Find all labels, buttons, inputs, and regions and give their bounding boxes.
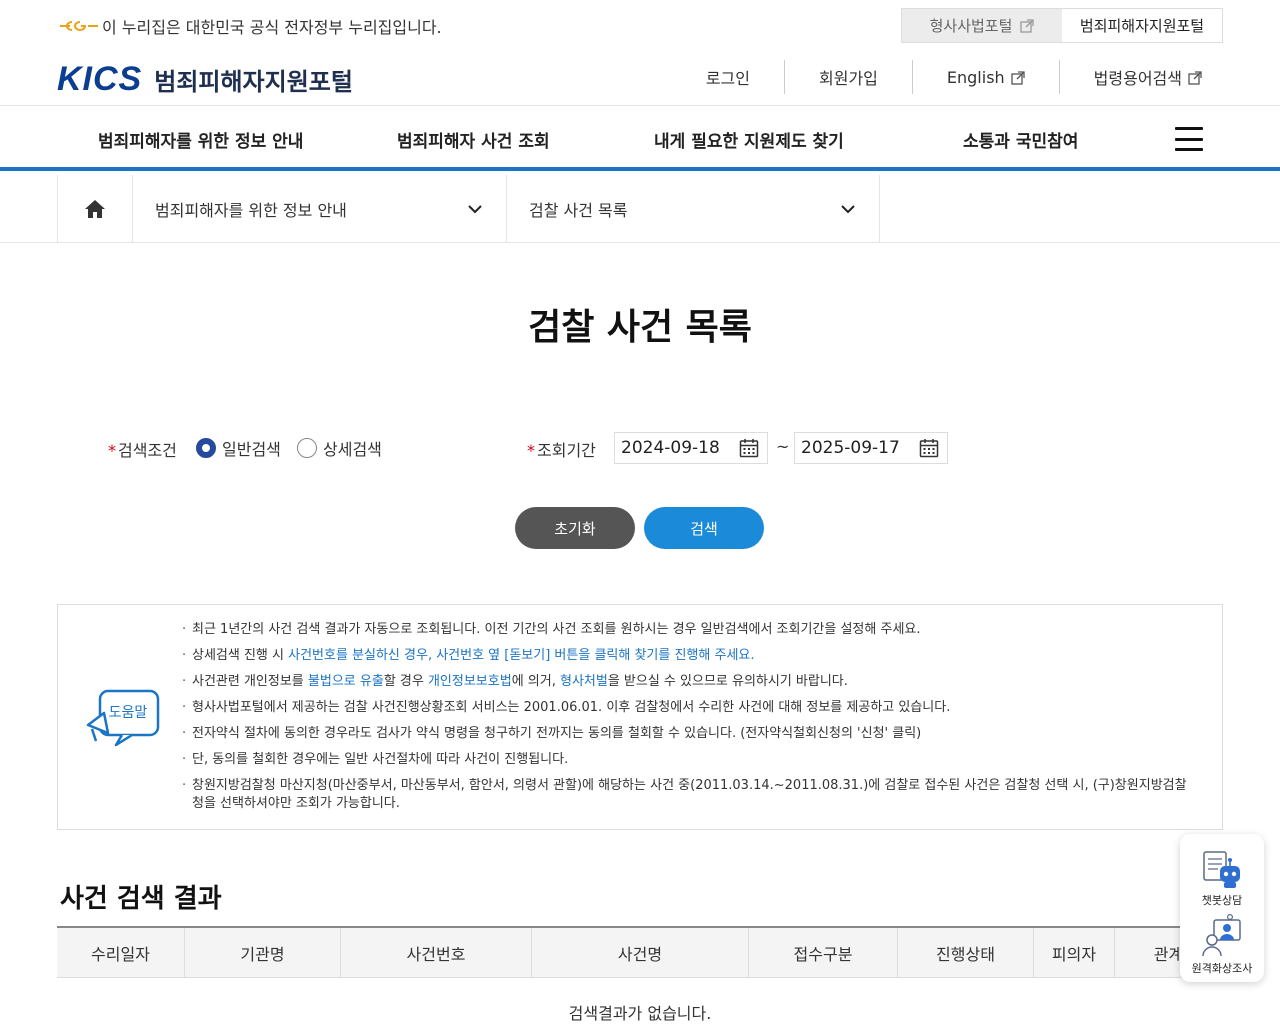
nav-communication[interactable]: 소통과 국민참여 (963, 127, 1078, 152)
help-item: 단, 동의를 철회한 경우에는 일반 사건절차에 따라 사건이 진행됩니다. (182, 751, 1192, 769)
column-header: 기관명 (185, 928, 341, 977)
video-call-icon (1202, 914, 1241, 957)
breadcrumb-level2-select[interactable]: 검찰 사건 목록 (507, 175, 880, 243)
portal-links: 형사사법포털 범죄피해자지원포털 (901, 8, 1223, 43)
gov-emblem-icon (58, 18, 98, 34)
chevron-down-icon (841, 205, 855, 214)
search-condition-label: * 검색조건 (108, 441, 177, 460)
home-icon (85, 200, 105, 218)
date-from-field[interactable]: 2024-09-18 (614, 432, 768, 464)
column-header: 수리일자 (57, 928, 185, 977)
help-icon-label: 도움말 (109, 705, 148, 721)
column-header: 사건명 (532, 928, 749, 977)
radio-unchecked-icon (297, 438, 317, 458)
help-list: 최근 1년간의 사건 검색 결과가 자동으로 조회됩니다. 이전 기간의 사건 … (182, 621, 1192, 821)
external-link-icon (1011, 70, 1025, 85)
victim-support-portal-link[interactable]: 범죄피해자지원포털 (1062, 9, 1222, 42)
utility-nav: 로그인 회원가입 English 법령용어검색 (672, 60, 1202, 94)
site-header: KICS 범죄피해자지원포털 로그인 회원가입 English 법령용어검색 (0, 50, 1280, 106)
breadcrumb-level1-select[interactable]: 범죄피해자를 위한 정보 안내 (133, 175, 507, 243)
gov-banner: 이 누리집은 대한민국 공식 전자정부 누리집입니다. 형사사법포털 범죄피해자… (0, 0, 1280, 50)
help-item: 최근 1년간의 사건 검색 결과가 자동으로 조회됩니다. 이전 기간의 사건 … (182, 621, 1192, 639)
gov-notice: 이 누리집은 대한민국 공식 전자정부 누리집입니다. (58, 14, 442, 38)
breadcrumb: 범죄피해자를 위한 정보 안내 검찰 사건 목록 (0, 175, 1280, 243)
remote-video-inquiry-button[interactable]: 원격화상조사 (1180, 914, 1264, 976)
help-item: 전자약식 절차에 동의한 경우라도 검사가 약식 명령을 청구하기 전까지는 동… (182, 725, 1192, 743)
column-header: 사건번호 (341, 928, 532, 977)
radio-checked-icon (196, 438, 216, 458)
help-item: 상세검색 진행 시 사건번호를 분실하신 경우, 사건번호 옆 [돋보기] 버튼… (182, 647, 1192, 665)
results-title: 사건 검색 결과 (60, 884, 222, 914)
legal-term-search-link[interactable]: 법령용어검색 (1060, 60, 1202, 94)
gov-notice-text: 이 누리집은 대한민국 공식 전자정부 누리집입니다. (102, 18, 442, 37)
nav-victim-info[interactable]: 범죄피해자를 위한 정보 안내 (98, 127, 303, 152)
help-item: 사건관련 개인정보를 불법으로 유출할 경우 개인정보보호법에 의거, 형사처벌… (182, 673, 1192, 691)
date-range-separator: ~ (776, 437, 790, 456)
chevron-down-icon (468, 205, 482, 214)
chatbot-icon (1203, 851, 1240, 888)
results-table-header: 수리일자 기관명 사건번호 사건명 접수구분 진행상태 피의자 관계 (57, 926, 1223, 978)
site-logo[interactable]: KICS 범죄피해자지원포털 (57, 60, 353, 99)
external-link-icon (1020, 18, 1035, 33)
reset-button[interactable]: 초기화 (515, 507, 635, 549)
search-period-label: * 조회기간 (527, 441, 596, 460)
calendar-icon[interactable] (919, 438, 939, 458)
column-header: 접수구분 (749, 928, 898, 977)
search-form: * 검색조건 일반검색 상세검색 * 조회기간 2024-09-18 ~ 2025-… (0, 432, 1280, 464)
search-button[interactable]: 검색 (644, 507, 764, 549)
empty-results-message: 검색결과가 없습니다. (568, 1004, 712, 1023)
nav-find-support[interactable]: 내게 필요한 지원제도 찾기 (654, 127, 844, 152)
signup-link[interactable]: 회원가입 (785, 60, 913, 94)
english-link[interactable]: English (913, 60, 1060, 94)
calendar-icon[interactable] (739, 438, 759, 458)
radio-general-search[interactable]: 일반검색 (196, 436, 281, 460)
criminal-justice-portal-link[interactable]: 형사사법포털 (902, 9, 1062, 42)
column-header: 피의자 (1034, 928, 1115, 977)
date-to-field[interactable]: 2025-09-17 (794, 432, 948, 464)
kics-logo: KICS (57, 60, 143, 98)
nav-case-lookup[interactable]: 범죄피해자 사건 조회 (397, 127, 550, 152)
help-megaphone-icon: 도움말 (82, 687, 162, 749)
column-header: 진행상태 (898, 928, 1034, 977)
page-title: 검찰 사건 목록 (528, 307, 752, 348)
login-link[interactable]: 로그인 (672, 60, 785, 94)
radio-detail-search[interactable]: 상세검색 (297, 436, 382, 460)
chatbot-button[interactable]: 챗봇상담 (1180, 850, 1264, 908)
site-name: 범죄피해자지원포털 (154, 68, 353, 96)
help-item: 창원지방검찰청 마산지청(마산중부서, 마산동부서, 함안서, 의령서 관할)에… (182, 777, 1192, 813)
main-nav: 범죄피해자를 위한 정보 안내 범죄피해자 사건 조회 내게 필요한 지원제도 … (0, 107, 1280, 171)
help-item: 형사사법포털에서 제공하는 검찰 사건진행상황조회 서비스는 2001.06.0… (182, 699, 1192, 717)
menu-icon[interactable] (1175, 127, 1203, 151)
help-box: 도움말 최근 1년간의 사건 검색 결과가 자동으로 조회됩니다. 이전 기간의… (57, 604, 1223, 830)
home-button[interactable] (57, 175, 133, 243)
floating-quick-panel: 챗봇상담 원격화상조사 (1180, 834, 1264, 982)
external-link-icon (1188, 70, 1202, 85)
